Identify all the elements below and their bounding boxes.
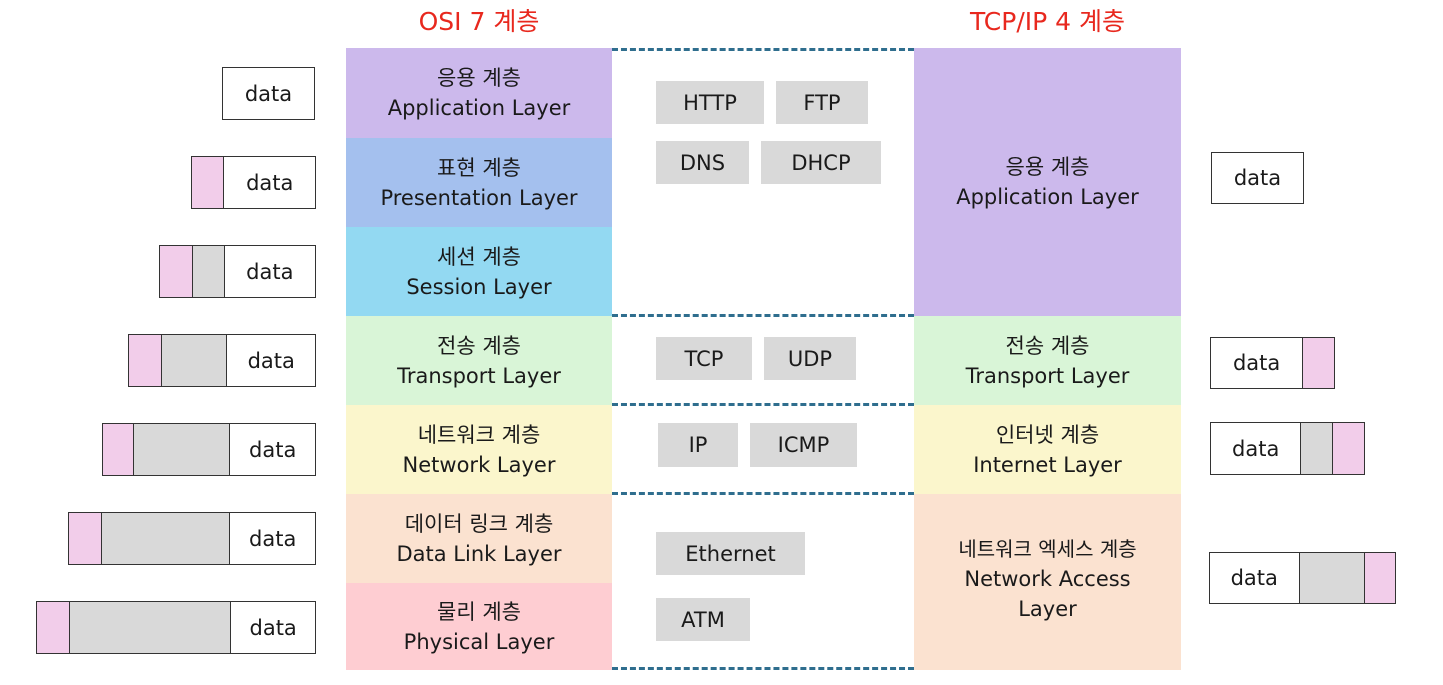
header-block <box>132 424 230 475</box>
osi-presentation-ko: 표현 계층 <box>437 155 521 180</box>
tcpip-network-access-ko: 네트워크 엑세스 계층 <box>958 537 1137 561</box>
osi-application-layer: 응용 계층 Application Layer <box>346 48 612 138</box>
tcpip-transport-en: Transport Layer <box>965 363 1130 388</box>
protocol-ftp: FTP <box>776 81 868 124</box>
protocol-tcp: TCP <box>656 337 752 380</box>
osi-transport-layer: 전송 계층 Transport Layer <box>346 316 612 405</box>
osi-packet-datalink: data <box>68 512 316 565</box>
header-block <box>69 513 101 564</box>
osi-network-en: Network Layer <box>402 452 556 477</box>
header-block <box>37 602 69 653</box>
osi-packet-presentation: data <box>191 156 316 209</box>
protocol-ip: IP <box>658 423 738 467</box>
tcpip-packet-network-access: data <box>1209 552 1396 604</box>
header-block <box>192 157 224 208</box>
header-block <box>1332 423 1364 474</box>
tcpip-internet-en: Internet Layer <box>973 452 1122 477</box>
packet-data-label: data <box>1232 436 1280 461</box>
osi-network-ko: 네트워크 계층 <box>417 422 541 447</box>
packet-data-label: data <box>223 157 315 208</box>
header-block <box>1298 553 1365 603</box>
osi-physical-ko: 물리 계층 <box>437 599 521 624</box>
tcpip-network-access-layer: 네트워크 엑세스 계층 Network Access Layer <box>914 494 1181 670</box>
packet-data-label: data <box>229 513 315 564</box>
divider-transport-network <box>612 403 914 406</box>
tcpip-application-ko: 응용 계층 <box>1005 155 1090 179</box>
osi-presentation-layer: 표현 계층 Presentation Layer <box>346 138 612 227</box>
protocol-udp: UDP <box>764 337 856 380</box>
osi-presentation-en: Presentation Layer <box>380 185 578 210</box>
divider-session-transport <box>612 314 914 317</box>
protocol-dns: DNS <box>656 141 749 184</box>
tcpip-packet-transport: data <box>1210 337 1335 389</box>
divider-bottom <box>612 667 914 670</box>
packet-data-label: data <box>226 335 315 386</box>
header-block <box>129 335 161 386</box>
osi-packet-transport: data <box>128 334 316 387</box>
header-block <box>1300 423 1333 474</box>
osi-transport-ko: 전송 계층 <box>437 333 521 358</box>
packet-data-label: data <box>223 246 315 297</box>
packet-data-label: data <box>1233 166 1282 190</box>
tcpip-internet-ko: 인터넷 계층 <box>995 422 1100 447</box>
osi-datalink-ko: 데이터 링크 계층 <box>404 511 554 536</box>
osi-packet-session: data <box>159 245 316 298</box>
osi-datalink-en: Data Link Layer <box>396 541 562 566</box>
tcpip-packet-application: data <box>1211 152 1304 204</box>
tcpip-application-layer: 응용 계층 Application Layer <box>914 48 1181 316</box>
osi-application-en: Application Layer <box>387 96 571 120</box>
divider-network-datalink <box>612 492 914 495</box>
header-block <box>1364 553 1395 603</box>
header-block <box>100 513 230 564</box>
header-block <box>160 246 192 297</box>
header-block <box>1302 338 1334 388</box>
osi-network-layer: 네트워크 계층 Network Layer <box>346 405 612 494</box>
osi-transport-en: Transport Layer <box>397 363 561 388</box>
protocol-icmp: ICMP <box>750 423 857 467</box>
header-block <box>160 335 227 386</box>
osi-packet-network: data <box>102 423 316 476</box>
osi-session-en: Session Layer <box>406 274 552 299</box>
tcpip-internet-layer: 인터넷 계층 Internet Layer <box>914 405 1181 494</box>
tcpip-title: TCP/IP 4 계층 <box>969 7 1125 36</box>
tcpip-application-en: Application Layer <box>956 185 1139 209</box>
header-block <box>103 424 133 475</box>
osi-packet-physical: data <box>36 601 316 654</box>
tcpip-packet-internet: data <box>1210 422 1365 475</box>
osi-datalink-layer: 데이터 링크 계층 Data Link Layer <box>346 494 612 583</box>
osi-physical-en: Physical Layer <box>403 629 555 654</box>
packet-data-label: data <box>229 424 315 475</box>
protocol-dhcp: DHCP <box>761 141 881 184</box>
osi-session-layer: 세션 계층 Session Layer <box>346 227 612 316</box>
protocol-atm: ATM <box>656 598 750 641</box>
divider-top <box>612 48 914 51</box>
osi-application-ko: 응용 계층 <box>437 66 521 90</box>
packet-data-label: data <box>1232 351 1281 375</box>
osi-packet-application: data <box>222 67 315 120</box>
packet-data-label: data <box>1230 566 1278 590</box>
header-block <box>191 246 224 297</box>
packet-data-label: data <box>244 81 293 106</box>
tcpip-transport-ko: 전송 계층 <box>1005 333 1090 358</box>
tcpip-transport-layer: 전송 계층 Transport Layer <box>914 316 1181 405</box>
tcpip-network-access-en: Network Access <box>964 567 1131 591</box>
tcpip-network-access-en2: Layer <box>1018 597 1077 621</box>
protocol-ethernet: Ethernet <box>656 532 805 575</box>
protocol-http: HTTP <box>656 81 764 124</box>
osi-physical-layer: 물리 계층 Physical Layer <box>346 583 612 670</box>
osi-title: OSI 7 계층 <box>418 7 540 36</box>
packet-data-label: data <box>230 602 315 653</box>
osi-session-ko: 세션 계층 <box>437 244 521 269</box>
header-block <box>68 602 231 653</box>
